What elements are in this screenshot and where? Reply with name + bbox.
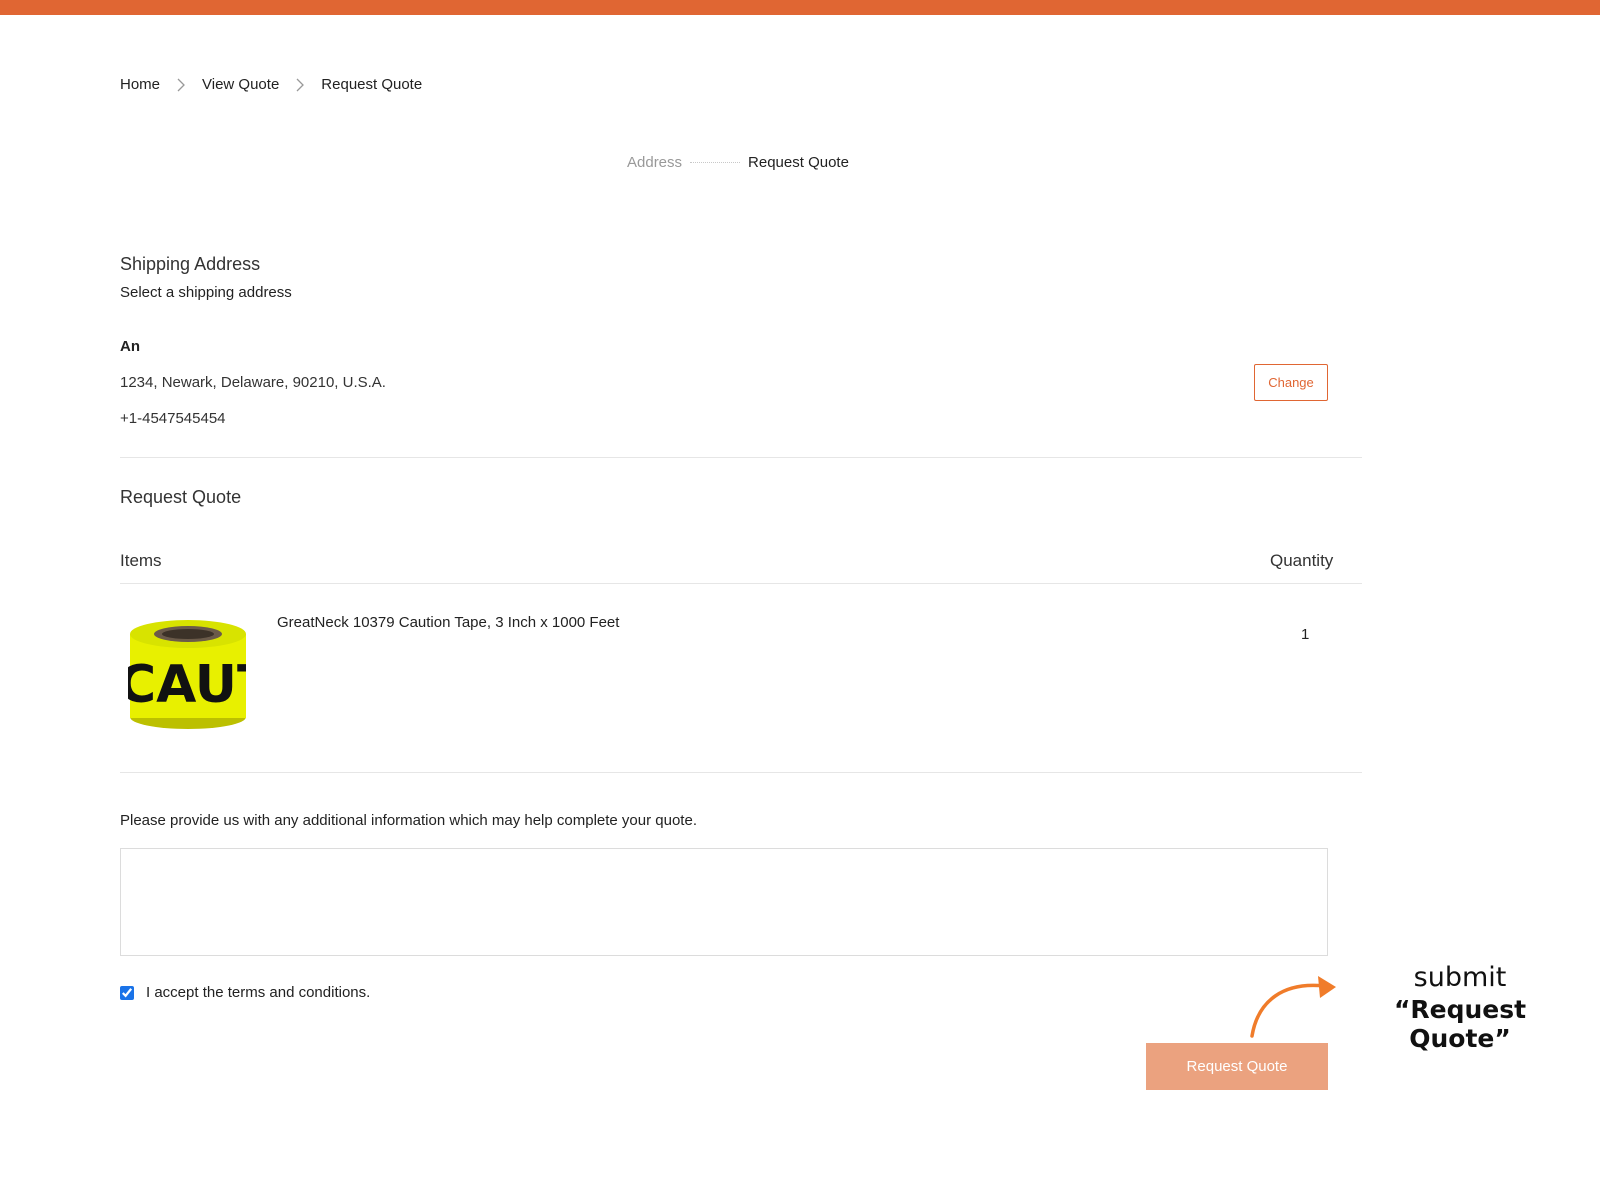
tape-text: CAUT bbox=[126, 655, 250, 715]
request-quote-title: Request Quote bbox=[120, 487, 242, 507]
request-quote-submit-button[interactable]: Request Quote bbox=[1146, 1043, 1328, 1090]
terms-row[interactable]: I accept the terms and conditions. bbox=[120, 984, 370, 1001]
shipping-address-subtitle: Select a shipping address bbox=[120, 284, 292, 301]
step-address[interactable]: Address bbox=[627, 154, 682, 171]
shipping-address-title: Shipping Address bbox=[120, 254, 261, 274]
items-column-header: Items bbox=[120, 551, 162, 570]
top-accent-bar bbox=[0, 0, 1600, 15]
product-quantity: 1 bbox=[1301, 626, 1310, 643]
step-request-quote: Request Quote bbox=[748, 154, 849, 171]
annotation-line2: “Request Quote” bbox=[1393, 995, 1527, 1053]
additional-info-textarea[interactable] bbox=[120, 848, 1328, 956]
terms-checkbox[interactable] bbox=[120, 985, 134, 1000]
breadcrumb: Home View Quote Request Quote bbox=[120, 76, 422, 93]
additional-info-label: Please provide us with any additional in… bbox=[120, 812, 697, 829]
tutorial-annotation: submit “Request Quote” bbox=[1340, 962, 1580, 1053]
change-address-button[interactable]: Change bbox=[1254, 364, 1328, 401]
address-phone: +1-4547545454 bbox=[120, 410, 226, 427]
breadcrumb-home[interactable]: Home bbox=[120, 76, 160, 93]
divider bbox=[120, 583, 1362, 584]
breadcrumb-view-quote[interactable]: View Quote bbox=[202, 76, 279, 93]
caution-tape-image[interactable]: CAUT bbox=[126, 618, 250, 732]
address-name: An bbox=[120, 338, 140, 355]
divider bbox=[120, 457, 1362, 458]
terms-label: I accept the terms and conditions. bbox=[146, 984, 371, 1001]
curved-arrow-icon bbox=[1250, 976, 1336, 1038]
checkout-steps: Address Request Quote bbox=[627, 154, 849, 171]
annotation-line1: submit bbox=[1413, 962, 1507, 993]
breadcrumb-current: Request Quote bbox=[321, 76, 423, 93]
chevron-right-icon bbox=[173, 77, 189, 93]
chevron-right-icon bbox=[292, 77, 308, 93]
step-connector bbox=[690, 162, 741, 163]
product-name[interactable]: GreatNeck 10379 Caution Tape, 3 Inch x 1… bbox=[277, 614, 619, 631]
quantity-column-header: Quantity bbox=[1270, 551, 1334, 570]
divider bbox=[120, 772, 1362, 773]
address-line: 1234, Newark, Delaware, 90210, U.S.A. bbox=[120, 374, 386, 391]
